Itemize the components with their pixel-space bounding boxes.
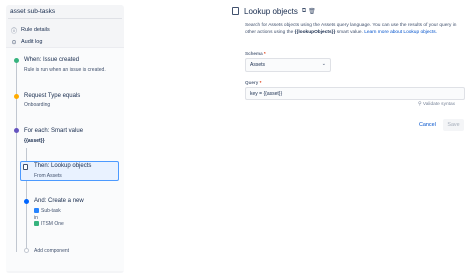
- subtask-icon: [34, 208, 39, 214]
- save-button[interactable]: Save: [443, 119, 464, 131]
- condition-title[interactable]: Request Type equals: [24, 93, 80, 99]
- description-text-2: smart value.: [335, 30, 365, 35]
- schema-label: Schema *: [245, 51, 266, 56]
- panel-description: Search for Assets objects using the Asse…: [245, 22, 467, 36]
- branch-title[interactable]: For each: Smart value: [24, 128, 83, 134]
- query-input[interactable]: key = {{asset}}: [245, 87, 465, 100]
- trigger-icon: [14, 58, 19, 63]
- trigger-title[interactable]: When: Issue created: [24, 57, 79, 63]
- trash-icon[interactable]: 🗑: [308, 8, 316, 15]
- chevron-down-icon: ⌄: [321, 61, 326, 67]
- add-component-icon: [24, 248, 29, 253]
- branch-icon: [14, 128, 19, 133]
- query-value: key = {{asset}}: [250, 91, 283, 97]
- learn-more-link[interactable]: Learn more about Lookup objects.: [364, 30, 437, 35]
- rule-menu: ⓘ Rule details ⊙ Audit log: [10, 24, 120, 48]
- create-project: ITSM One: [34, 221, 64, 227]
- flow-connector: [16, 62, 17, 252]
- rule-title: asset sub-tasks: [10, 8, 56, 15]
- lookup-title: Then: Lookup objects: [34, 163, 92, 169]
- create-type-label: Sub-task: [41, 208, 61, 214]
- copy-icon[interactable]: ⧉: [302, 8, 306, 15]
- project-icon: [34, 221, 39, 227]
- menu-item-label: Audit log: [21, 39, 43, 45]
- add-component-button[interactable]: Add component: [34, 248, 69, 254]
- search-icon: ⚲: [418, 102, 422, 107]
- condition-icon: [14, 94, 19, 99]
- menu-item-label: Rule details: [21, 27, 50, 33]
- create-type: Sub-task: [34, 208, 61, 214]
- validate-syntax-button[interactable]: ⚲ Validate syntax: [418, 102, 455, 107]
- lookup-subtitle: From Assets: [34, 173, 62, 179]
- document-icon: [232, 7, 239, 15]
- rule-canvas: [6, 47, 124, 271]
- branch-subtitle: {{asset}}: [24, 138, 45, 144]
- clock-icon: ⊙: [11, 39, 17, 46]
- panel-header: Lookup objects ⧉ 🗑: [232, 5, 468, 17]
- info-icon: ⓘ: [10, 28, 17, 35]
- query-label: Query *: [245, 80, 262, 85]
- document-icon: [23, 164, 28, 170]
- panel-title: Lookup objects: [244, 6, 298, 16]
- validate-label: Validate syntax: [422, 102, 456, 107]
- create-project-label: ITSM One: [41, 221, 64, 227]
- menu-item-rule-details[interactable]: ⓘ Rule details: [10, 24, 120, 36]
- cancel-button[interactable]: Cancel: [419, 122, 436, 128]
- schema-value: Assets: [250, 62, 266, 68]
- description-smart-value: {{lookupObjects}}: [294, 30, 336, 35]
- trigger-subtitle: Rule is run when an issue is created.: [24, 67, 106, 73]
- condition-subtitle: Onboarding: [24, 102, 51, 108]
- component-panel: Lookup objects ⧉ 🗑 Search for Assets obj…: [232, 5, 468, 131]
- create-icon: [24, 199, 29, 204]
- create-title[interactable]: And: Create a new: [34, 198, 84, 204]
- schema-select[interactable]: Assets ⌄: [245, 58, 331, 72]
